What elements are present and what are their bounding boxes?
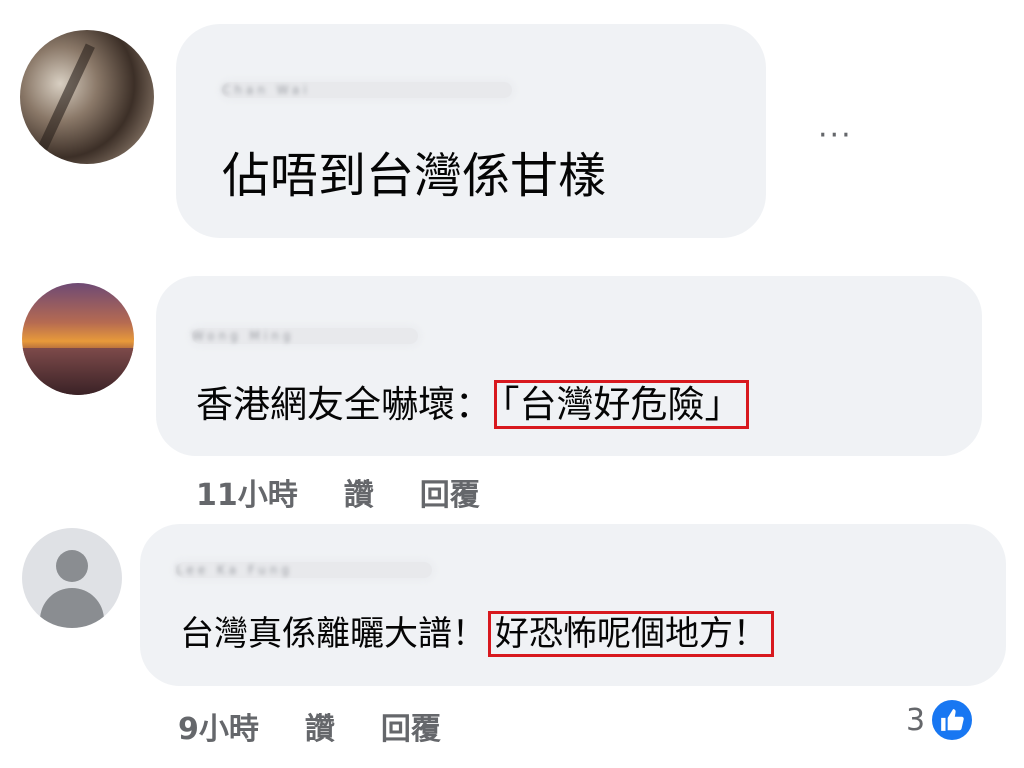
comment-text: 佔唔到台灣係甘樣 — [222, 148, 607, 204]
avatar[interactable] — [20, 30, 154, 164]
default-avatar-head — [56, 550, 88, 582]
thumbs-up-icon — [929, 697, 976, 743]
comment-text: 台灣真係離曬大譜！ 好恐怖呢個地方！ — [180, 609, 774, 659]
like-button[interactable]: 讚 — [305, 712, 335, 747]
avatar[interactable] — [22, 283, 134, 395]
comment-actions: 11小時 讚 回覆 — [196, 470, 526, 514]
reply-button[interactable]: 回覆 — [381, 712, 441, 747]
reply-button[interactable]: 回覆 — [420, 478, 480, 513]
highlighted-text: 「台灣好危險」 — [494, 380, 749, 429]
timestamp[interactable]: 9小時 — [178, 712, 259, 747]
reaction-summary[interactable]: 3 — [906, 697, 976, 743]
comment-text-main: 台灣真係離曬大譜！ — [180, 614, 486, 654]
comment-text-main: 香港網友全嚇壞： — [196, 383, 492, 426]
comment-text: 香港網友全嚇壞： 「台灣好危險」 — [196, 380, 749, 430]
author-name[interactable]: Lee Ka Fung — [176, 562, 432, 578]
avatar[interactable] — [22, 528, 122, 628]
comment-bubble — [140, 524, 1006, 686]
author-name[interactable]: Wong Ming — [192, 328, 418, 344]
like-button[interactable]: 讚 — [344, 478, 374, 513]
timestamp[interactable]: 11小時 — [196, 478, 298, 513]
more-options-icon[interactable]: ··· — [818, 118, 853, 153]
comment-actions: 9小時 讚 回覆 — [178, 704, 487, 748]
avatar-image — [35, 43, 95, 157]
highlighted-text: 好恐怖呢個地方！ — [488, 611, 774, 657]
author-name[interactable]: Chan Wai — [222, 82, 512, 98]
reaction-count: 3 — [906, 702, 926, 738]
default-avatar-body — [40, 588, 104, 628]
avatar-image — [22, 347, 134, 395]
